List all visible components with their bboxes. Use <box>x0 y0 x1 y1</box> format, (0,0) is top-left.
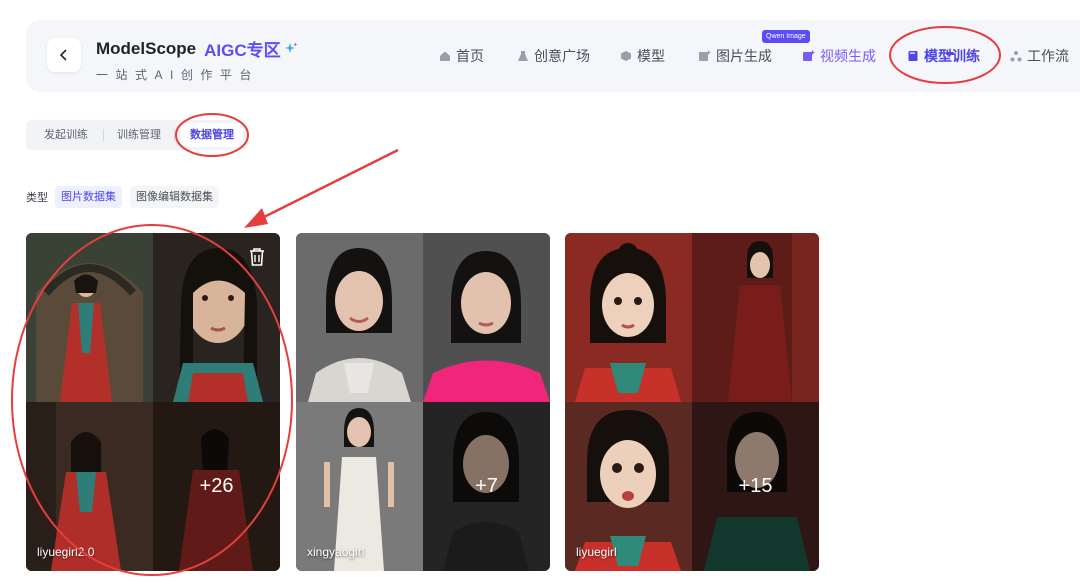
dataset-thumbnail <box>423 233 550 402</box>
trash-icon[interactable] <box>248 247 266 272</box>
type-chip-image-dataset[interactable]: 图片数据集 <box>55 186 122 208</box>
nav-item-label: 模型训练 <box>924 48 980 64</box>
nav-item-workflow[interactable]: 工作流 <box>1010 45 1069 67</box>
more-count: +26 <box>153 402 280 571</box>
nav-item-label: 模型 <box>637 48 665 64</box>
dataset-name: liyuegirl2.0 <box>37 545 95 559</box>
brand-subtitle: 一站式AI创作平台 <box>96 68 259 82</box>
annotation-arrow-line <box>247 148 399 227</box>
dataset-thumbnail <box>692 233 819 402</box>
workflow-icon <box>1010 51 1022 62</box>
subtab-divider <box>103 129 104 141</box>
type-filter-label: 类型 <box>26 192 48 204</box>
more-count: +7 <box>423 402 550 571</box>
nav-item-model-training[interactable]: 模型训练 <box>907 45 980 67</box>
dataset-name: xingyaogirl <box>307 545 365 559</box>
type-chip-image-edit-dataset[interactable]: 图像编辑数据集 <box>130 186 219 208</box>
video-plus-icon <box>803 50 815 61</box>
subtab-start-training[interactable]: 发起训练 <box>44 120 88 150</box>
type-filter: 类型 图片数据集 图像编辑数据集 <box>26 186 227 208</box>
qwen-image-badge: Qwen Image <box>762 30 810 43</box>
nav-item-label: 视频生成 <box>820 48 876 64</box>
nav-item-home[interactable]: 首页 <box>439 45 484 67</box>
back-button[interactable] <box>47 38 81 72</box>
brand-name: ModelScope <box>96 38 197 58</box>
dataset-thumbnail <box>26 233 153 402</box>
dataset-thumbnail <box>565 233 692 402</box>
cube-icon <box>621 51 631 61</box>
sparkle-icon <box>284 42 298 56</box>
nav-item-label: 首页 <box>456 48 484 64</box>
dataset-card[interactable]: +15 liyuegirl <box>565 233 819 571</box>
brand[interactable]: ModelScope AIGC专区 一站式AI创作平台 <box>96 36 298 83</box>
dataset-name: liyuegirl <box>576 545 617 559</box>
nav-item-video-generation[interactable]: 视频生成 <box>802 45 876 67</box>
dataset-card[interactable]: +26 liyuegirl2.0 <box>26 233 280 571</box>
subtab-training-management[interactable]: 训练管理 <box>117 120 161 150</box>
book-icon <box>908 51 918 61</box>
dataset-thumbnail <box>296 233 423 402</box>
subtab-divider <box>174 129 175 141</box>
flask-icon <box>518 51 528 61</box>
nav-item-models[interactable]: 模型 <box>620 45 665 67</box>
annotation-arrow-head <box>244 208 268 228</box>
nav-item-label: 创意广场 <box>534 48 590 64</box>
active-nav-indicator <box>946 52 954 55</box>
image-plus-icon <box>699 50 711 61</box>
subtab-data-management[interactable]: 数据管理 <box>181 123 243 147</box>
dataset-card[interactable]: +7 xingyaogirl <box>296 233 550 571</box>
more-count: +15 <box>692 402 819 571</box>
brand-aigc-label: AIGC专区 <box>204 41 281 60</box>
home-icon <box>440 51 450 61</box>
chevron-left-icon <box>59 49 67 61</box>
nav-item-label: 图片生成 <box>716 48 772 64</box>
subtab-bar: 发起训练 训练管理 数据管理 <box>26 120 248 150</box>
nav-item-label: 工作流 <box>1027 48 1069 64</box>
nav-item-image-generation[interactable]: 图片生成 <box>698 45 772 67</box>
nav-item-creative-square[interactable]: 创意广场 <box>517 45 590 67</box>
